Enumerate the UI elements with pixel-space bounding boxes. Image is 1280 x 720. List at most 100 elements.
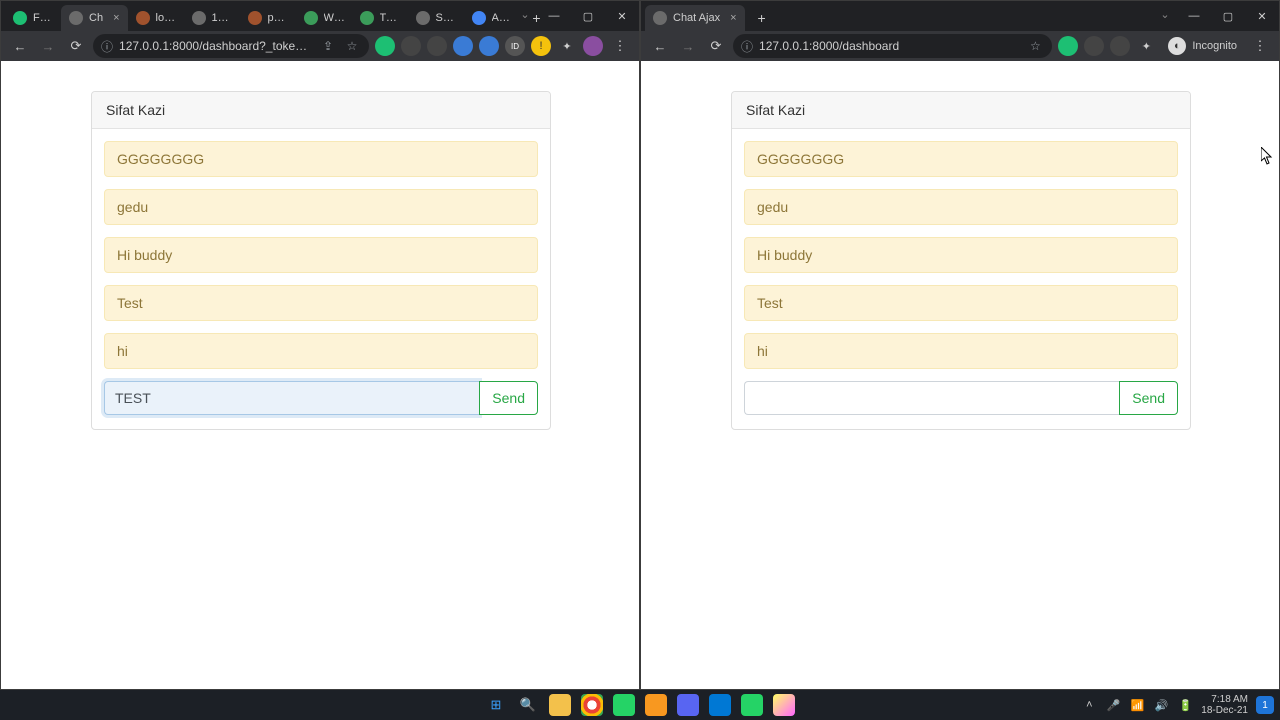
menu-button[interactable]: ⋮ [609, 35, 631, 57]
extension-icon[interactable] [479, 36, 499, 56]
extension-icon[interactable]: ! [531, 36, 551, 56]
tab-active[interactable]: Ch× [61, 5, 128, 31]
chevron-down-icon[interactable]: ⌄ [513, 1, 537, 27]
extension-icon[interactable] [401, 36, 421, 56]
extensions-menu-icon[interactable]: ✦ [1136, 36, 1156, 56]
chat-message: hi [104, 333, 538, 369]
tab[interactable]: php - [240, 5, 296, 31]
back-button[interactable]: ← [9, 35, 31, 57]
window-close-button[interactable]: ✕ [1245, 1, 1279, 31]
extensions-menu-icon[interactable]: ✦ [557, 36, 577, 56]
toolbar: ← → ⟳ ⓘ 127.0.0.1:8000/dashboard?_token=… [1, 31, 639, 61]
new-tab-button[interactable]: + [751, 7, 773, 29]
url-text: 127.0.0.1:8000/dashboard [759, 39, 1020, 53]
tab[interactable]: Fiverr [5, 5, 61, 31]
extension-icon[interactable] [1084, 36, 1104, 56]
profile-button[interactable]: ◐ Incognito [1162, 35, 1243, 57]
tab[interactable]: Tryit E [352, 5, 408, 31]
chat-card: Sifat Kazi GGGGGGGG gedu Hi buddy Test h… [91, 91, 551, 430]
close-icon[interactable]: × [113, 12, 119, 24]
tabstrip: Fiverr Ch× localh 127.0 php - Wind Tryit… [1, 1, 639, 31]
chat-message: hi [744, 333, 1178, 369]
clock-date: 18-Dec-21 [1201, 705, 1248, 716]
window-close-button[interactable]: ✕ [605, 1, 639, 31]
taskbar-app[interactable] [773, 694, 795, 716]
tray-mic-icon[interactable]: 🎤 [1105, 697, 1121, 713]
tray-chevron-icon[interactable]: ˄ [1081, 697, 1097, 713]
forward-button[interactable]: → [677, 35, 699, 57]
tab[interactable]: Ajax r [464, 5, 520, 31]
message-input[interactable] [744, 381, 1119, 415]
reload-button[interactable]: ⟳ [705, 35, 727, 57]
send-button[interactable]: Send [1119, 381, 1178, 415]
site-info-icon[interactable]: ⓘ [741, 38, 753, 55]
toolbar: ← → ⟳ ⓘ 127.0.0.1:8000/dashboard ☆ ✦ ◐ I… [641, 31, 1279, 61]
clock[interactable]: 7:18 AM 18-Dec-21 [1201, 694, 1248, 716]
extension-icon[interactable] [1058, 36, 1078, 56]
mouse-cursor-icon [1261, 147, 1273, 165]
profile-label: Incognito [1192, 40, 1237, 52]
forward-button[interactable]: → [37, 35, 59, 57]
taskbar: ⊞ 🔍 ˄ 🎤 📶 🔊 🔋 7:18 AM 18-Dec-21 1 [0, 690, 1280, 720]
notification-badge[interactable]: 1 [1256, 696, 1274, 714]
page-viewport: Sifat Kazi GGGGGGGG gedu Hi buddy Test h… [641, 61, 1279, 689]
message-input[interactable] [104, 381, 479, 415]
browser-window-left: Fiverr Ch× localh 127.0 php - Wind Tryit… [0, 0, 640, 690]
menu-button[interactable]: ⋮ [1249, 35, 1271, 57]
window-maximize-button[interactable]: ▢ [1211, 1, 1245, 31]
chat-card: Sifat Kazi GGGGGGGG gedu Hi buddy Test h… [731, 91, 1191, 430]
start-button[interactable]: ⊞ [485, 694, 507, 716]
close-icon[interactable]: × [730, 12, 736, 24]
taskbar-apps: ⊞ 🔍 [485, 694, 795, 716]
send-button[interactable]: Send [479, 381, 538, 415]
taskbar-app-chrome[interactable] [581, 694, 603, 716]
chat-message: gedu [744, 189, 1178, 225]
window-maximize-button[interactable]: ▢ [571, 1, 605, 31]
taskbar-app-explorer[interactable] [549, 694, 571, 716]
bookmark-icon[interactable]: ☆ [343, 37, 361, 55]
tab[interactable]: localh [128, 5, 184, 31]
tab-active[interactable]: Chat Ajax × [645, 5, 745, 31]
chat-message: Hi buddy [744, 237, 1178, 273]
page-viewport: Sifat Kazi GGGGGGGG gedu Hi buddy Test h… [1, 61, 639, 689]
bookmark-icon[interactable]: ☆ [1026, 37, 1044, 55]
tray-battery-icon[interactable]: 🔋 [1177, 697, 1193, 713]
taskbar-app[interactable] [613, 694, 635, 716]
chat-message: Test [104, 285, 538, 321]
window-minimize-button[interactable]: — [537, 1, 571, 31]
chat-header: Sifat Kazi [92, 92, 550, 129]
tab[interactable]: Wind [296, 5, 352, 31]
window-minimize-button[interactable]: — [1177, 1, 1211, 31]
tray-volume-icon[interactable]: 🔊 [1153, 697, 1169, 713]
extension-icon[interactable] [427, 36, 447, 56]
extension-icon[interactable] [375, 36, 395, 56]
clock-time: 7:18 AM [1201, 694, 1248, 705]
tab[interactable]: SIFAT [408, 5, 464, 31]
taskbar-app-whatsapp[interactable] [741, 694, 763, 716]
address-bar[interactable]: ⓘ 127.0.0.1:8000/dashboard ☆ [733, 34, 1052, 58]
site-info-icon[interactable]: ⓘ [101, 38, 113, 55]
chat-message: GGGGGGGG [744, 141, 1178, 177]
url-text: 127.0.0.1:8000/dashboard?_token=GvhCqYmT… [119, 39, 313, 53]
chat-message: GGGGGGGG [104, 141, 538, 177]
browser-window-right: Chat Ajax × + ⌄ — ▢ ✕ ← → ⟳ ⓘ 127.0.0.1:… [640, 0, 1280, 690]
tabstrip: Chat Ajax × + ⌄ — ▢ ✕ [641, 1, 1279, 31]
incognito-icon: ◐ [1168, 37, 1186, 55]
chat-message: Hi buddy [104, 237, 538, 273]
search-button[interactable]: 🔍 [517, 694, 539, 716]
extension-icon[interactable]: ID [505, 36, 525, 56]
tab[interactable]: 127.0 [184, 5, 240, 31]
share-icon[interactable]: ⇪ [319, 37, 337, 55]
system-tray: ˄ 🎤 📶 🔊 🔋 7:18 AM 18-Dec-21 1 [1081, 690, 1274, 720]
tray-wifi-icon[interactable]: 📶 [1129, 697, 1145, 713]
taskbar-app-vscode[interactable] [709, 694, 731, 716]
address-bar[interactable]: ⓘ 127.0.0.1:8000/dashboard?_token=GvhCqY… [93, 34, 369, 58]
extension-icon[interactable] [1110, 36, 1130, 56]
extension-icon[interactable] [453, 36, 473, 56]
back-button[interactable]: ← [649, 35, 671, 57]
chevron-down-icon[interactable]: ⌄ [1153, 1, 1177, 27]
taskbar-app[interactable] [645, 694, 667, 716]
taskbar-app-discord[interactable] [677, 694, 699, 716]
reload-button[interactable]: ⟳ [65, 35, 87, 57]
profile-avatar[interactable] [583, 36, 603, 56]
